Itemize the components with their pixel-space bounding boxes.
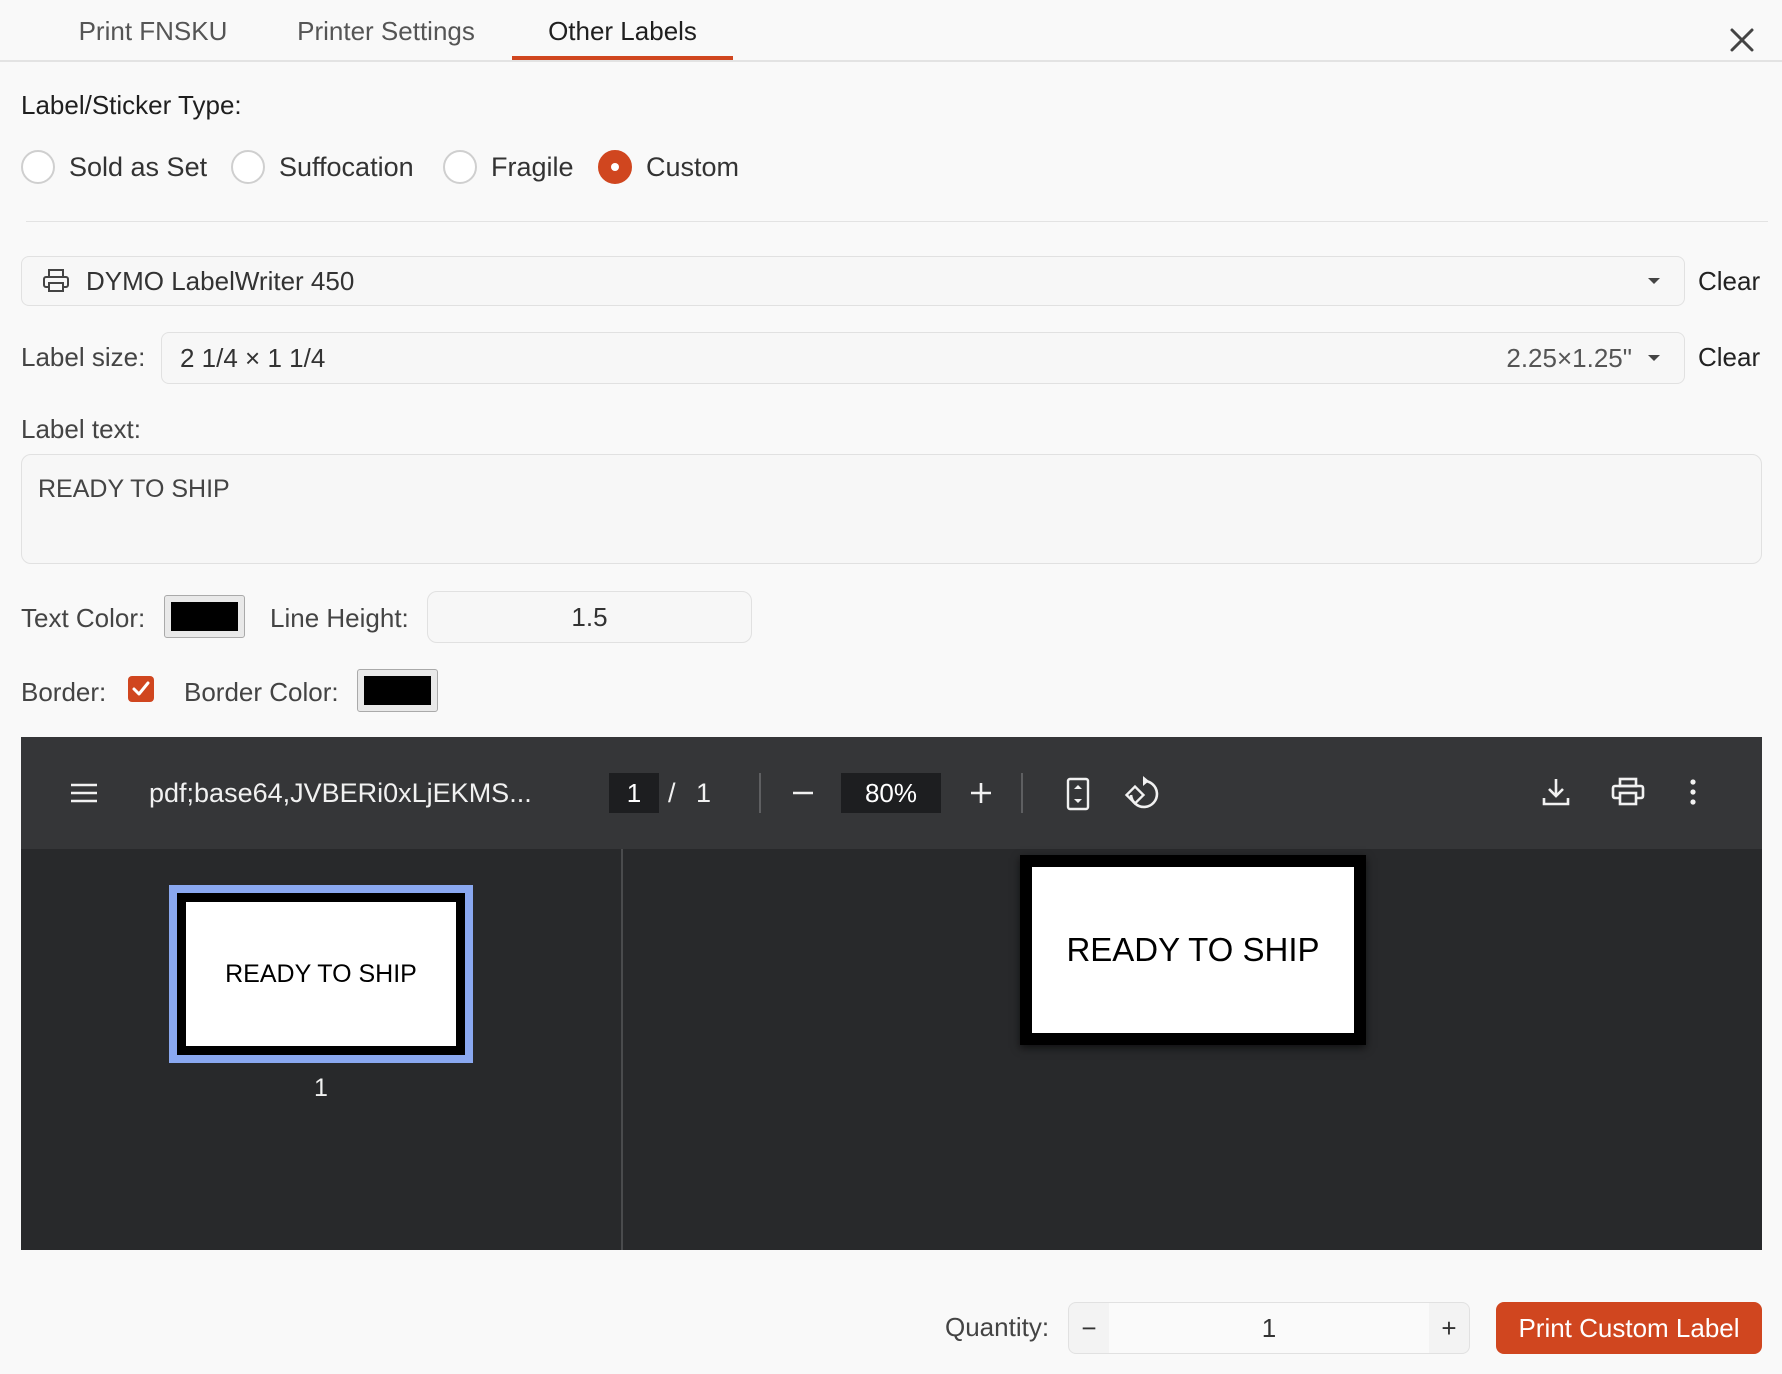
- radio-circle-icon[interactable]: [21, 150, 55, 184]
- border-color-swatch[interactable]: [357, 669, 438, 712]
- total-pages: 1: [696, 778, 712, 808]
- border-label: Border:: [21, 677, 107, 707]
- label-text-label: Label text:: [21, 414, 141, 444]
- pdf-toolbar: pdf;base64,JVBERi0xLjEKMS... 1 / 1 80%: [21, 737, 1762, 849]
- printer-clear-link[interactable]: Clear: [1698, 266, 1760, 297]
- label-size-dims: 2.25×1.25": [1506, 342, 1632, 373]
- line-height-label: Line Height:: [270, 603, 409, 633]
- quantity-stepper[interactable]: − 1 +: [1068, 1302, 1470, 1354]
- radio-fragile[interactable]: Fragile: [443, 150, 574, 184]
- border-color-label: Border Color:: [184, 677, 339, 707]
- sidebar-divider: [621, 849, 623, 1250]
- toolbar-divider: [759, 773, 761, 813]
- printer-select[interactable]: DYMO LabelWriter 450: [21, 256, 1685, 306]
- label-text-input[interactable]: READY TO SHIP: [21, 454, 1762, 564]
- quantity-label: Quantity:: [945, 1312, 1050, 1342]
- menu-icon[interactable]: [69, 779, 99, 812]
- page-separator: /: [668, 778, 676, 808]
- line-height-input[interactable]: 1.5: [427, 591, 752, 643]
- check-icon: [132, 681, 150, 696]
- border-checkbox[interactable]: [128, 676, 154, 702]
- pdf-viewer: pdf;base64,JVBERi0xLjEKMS... 1 / 1 80% R…: [21, 737, 1762, 1250]
- active-tab-indicator: [512, 56, 733, 60]
- text-color-label: Text Color:: [21, 603, 146, 633]
- zoom-out-icon[interactable]: [789, 779, 817, 812]
- tab-printer-settings[interactable]: Printer Settings: [284, 0, 488, 62]
- printer-icon: [42, 268, 72, 294]
- tab-other-labels[interactable]: Other Labels: [512, 0, 733, 62]
- label-size-label: Label size:: [21, 342, 146, 372]
- tab-bar: Print FNSKU Printer Settings Other Label…: [0, 0, 1782, 62]
- chevron-down-icon: [1648, 355, 1660, 361]
- radio-label: Fragile: [491, 151, 574, 182]
- tab-print-fnsku[interactable]: Print FNSKU: [68, 0, 238, 62]
- toolbar-divider: [1021, 773, 1023, 813]
- page-thumbnail[interactable]: READY TO SHIP: [169, 885, 473, 1063]
- radio-circle-icon[interactable]: [231, 150, 265, 184]
- page-label-text: READY TO SHIP: [1032, 867, 1354, 1033]
- radio-label: Sold as Set: [69, 151, 208, 182]
- divider: [26, 221, 1768, 222]
- zoom-in-icon[interactable]: [967, 779, 995, 812]
- radio-label: Suffocation: [279, 151, 414, 182]
- thumbnail-text: READY TO SHIP: [186, 902, 456, 1046]
- radio-circle-icon[interactable]: [443, 150, 477, 184]
- print-custom-label-button[interactable]: Print Custom Label: [1496, 1302, 1762, 1354]
- section-title: Label/Sticker Type:: [21, 90, 242, 120]
- radio-custom[interactable]: Custom: [598, 150, 739, 184]
- quantity-decrement-button[interactable]: −: [1069, 1303, 1109, 1353]
- close-icon[interactable]: [1726, 24, 1758, 56]
- chevron-down-icon: [1648, 278, 1660, 284]
- radio-sold-as-set[interactable]: Sold as Set: [21, 150, 207, 184]
- pdf-filename: pdf;base64,JVBERi0xLjEKMS...: [149, 778, 532, 808]
- fit-page-icon[interactable]: [1065, 777, 1091, 816]
- more-options-icon[interactable]: [1688, 777, 1698, 812]
- zoom-level-input[interactable]: 80%: [841, 773, 941, 813]
- quantity-increment-button[interactable]: +: [1429, 1303, 1469, 1353]
- radio-label: Custom: [646, 151, 740, 182]
- label-size-select[interactable]: 2 1/4 × 1 1/4 2.25×1.25": [161, 332, 1685, 384]
- printer-value: DYMO LabelWriter 450: [86, 265, 355, 296]
- pdf-page: READY TO SHIP: [1020, 855, 1366, 1045]
- label-size-value: 2 1/4 × 1 1/4: [180, 342, 326, 373]
- text-color-swatch[interactable]: [164, 595, 245, 638]
- download-icon[interactable]: [1541, 776, 1571, 813]
- radio-suffocation[interactable]: Suffocation: [231, 150, 414, 184]
- label-size-clear-link[interactable]: Clear: [1698, 342, 1760, 373]
- page-number-input[interactable]: 1: [609, 773, 659, 813]
- print-icon[interactable]: [1611, 777, 1645, 812]
- quantity-input[interactable]: 1: [1109, 1303, 1429, 1353]
- radio-selected-icon[interactable]: [598, 150, 632, 184]
- rotate-icon[interactable]: [1123, 775, 1161, 818]
- thumbnail-page-number: 1: [314, 1074, 328, 1102]
